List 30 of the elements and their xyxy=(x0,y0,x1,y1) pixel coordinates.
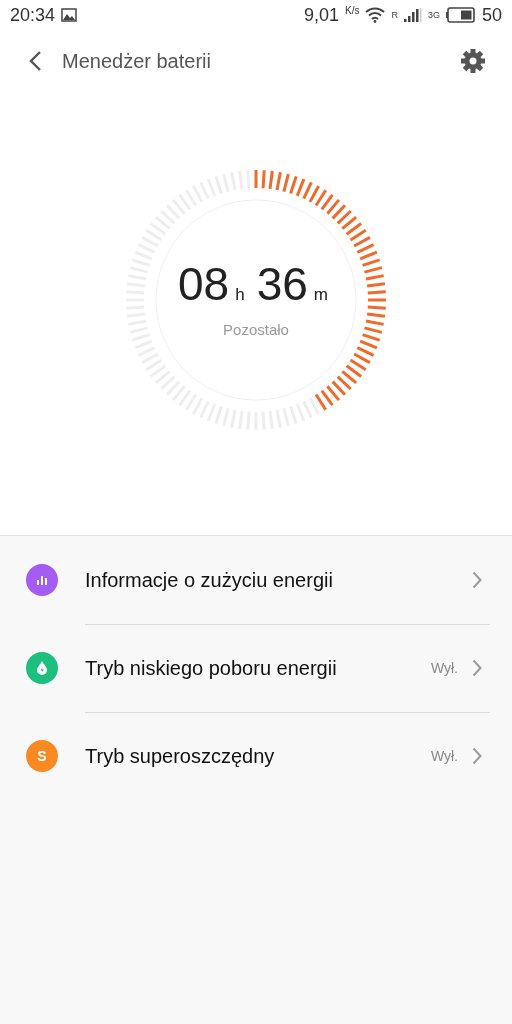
row-value: Wył. xyxy=(430,748,458,764)
remaining-caption: Pozostało xyxy=(223,320,289,338)
clock: 20:34 xyxy=(10,4,56,26)
hours-value: 08 xyxy=(178,256,230,311)
chevron-icon xyxy=(472,659,482,677)
settings-icon[interactable] xyxy=(460,48,486,74)
row-label: Tryb niskiego poboru energii xyxy=(85,656,338,680)
battery-percent: 50 xyxy=(481,4,502,26)
hours-unit: h xyxy=(235,284,245,305)
network-speed: 9,01 xyxy=(303,4,339,26)
chevron-icon xyxy=(472,571,482,589)
settings-row[interactable]: S Tryb superoszczędny Wył. xyxy=(0,712,512,800)
wifi-icon xyxy=(365,7,386,23)
settings-row[interactable]: Tryb niskiego poboru energii Wył. xyxy=(0,624,512,712)
minutes-value: 36 xyxy=(256,256,308,311)
network-type: 3G xyxy=(427,10,440,20)
battery-icon xyxy=(445,7,476,23)
roaming-indicator: R xyxy=(391,10,398,20)
image-icon xyxy=(61,8,78,22)
settings-row[interactable]: Informacje o zużyciu energii xyxy=(0,536,512,624)
row-label: Informacje o zużyciu energii xyxy=(85,568,334,592)
chevron-icon xyxy=(472,747,482,765)
page-title: Menedżer baterii xyxy=(62,49,212,73)
back-icon[interactable] xyxy=(28,50,42,72)
speed-unit: K/s xyxy=(345,5,360,16)
minutes-unit: m xyxy=(313,284,328,305)
row-label: Tryb superoszczędny xyxy=(85,744,276,768)
signal-icon xyxy=(403,8,422,22)
letter-icon: S xyxy=(26,740,58,772)
row-value: Wył. xyxy=(430,660,458,676)
